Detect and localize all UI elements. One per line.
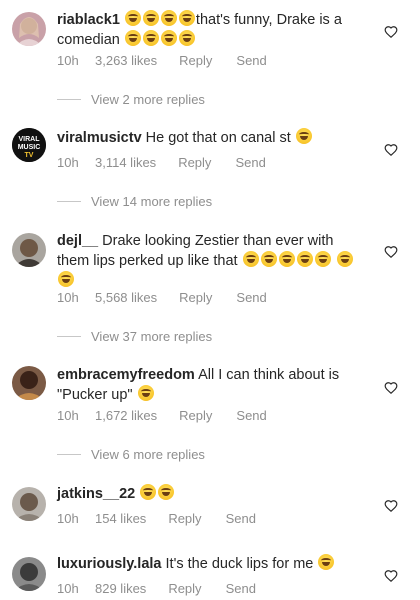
avatar-logo-text: MUSIC bbox=[18, 144, 41, 151]
likes-count[interactable]: 5,568 likes bbox=[95, 290, 157, 305]
timestamp: 10h bbox=[57, 511, 79, 526]
face-with-tears-of-joy-icon bbox=[140, 484, 157, 500]
username[interactable]: dejl__ bbox=[57, 233, 98, 249]
divider bbox=[57, 201, 81, 202]
view-more-label[interactable]: View 2 more replies bbox=[91, 92, 205, 107]
face-with-tears-of-joy-icon bbox=[124, 10, 141, 26]
view-more-replies[interactable]: View 2 more replies bbox=[57, 92, 205, 107]
avatar[interactable]: VIRAL MUSIC TV bbox=[12, 128, 46, 162]
comment-meta: 10h 829 likes Reply Send bbox=[57, 581, 256, 596]
username[interactable]: riablack1 bbox=[57, 12, 120, 28]
timestamp: 10h bbox=[57, 290, 79, 305]
view-more-replies[interactable]: View 37 more replies bbox=[57, 329, 212, 344]
divider bbox=[57, 454, 81, 455]
face-with-tears-of-joy-icon bbox=[318, 554, 335, 570]
heart-icon[interactable] bbox=[384, 245, 398, 259]
reply-button[interactable]: Reply bbox=[179, 408, 212, 423]
divider bbox=[57, 336, 81, 337]
comment-body: comedian bbox=[57, 32, 120, 48]
comment-body: that's funny, Drake is a bbox=[195, 12, 342, 28]
comment-text: dejl__ Drake looking Zestier than ever w… bbox=[57, 232, 357, 291]
face-with-tears-of-joy-icon bbox=[314, 251, 331, 267]
likes-count[interactable]: 1,672 likes bbox=[95, 408, 157, 423]
avatar-logo-text: TV bbox=[25, 152, 34, 159]
comment-meta: 10h 3,114 likes Reply Send bbox=[57, 155, 266, 170]
send-button[interactable]: Send bbox=[226, 511, 256, 526]
send-button[interactable]: Send bbox=[236, 408, 266, 423]
heart-icon[interactable] bbox=[384, 381, 398, 395]
view-more-replies[interactable]: View 6 more replies bbox=[57, 447, 205, 462]
face-with-tears-of-joy-icon bbox=[58, 271, 74, 287]
view-more-label[interactable]: View 37 more replies bbox=[91, 329, 212, 344]
face-with-tears-of-joy-icon bbox=[160, 10, 177, 26]
view-more-label[interactable]: View 14 more replies bbox=[91, 194, 212, 209]
face-with-tears-of-joy-icon bbox=[178, 10, 195, 26]
send-button[interactable]: Send bbox=[236, 53, 266, 68]
timestamp: 10h bbox=[57, 53, 79, 68]
comment-text: riablack1 that's funny, Drake is a comed… bbox=[57, 10, 357, 50]
comment-meta: 10h 3,263 likes Reply Send bbox=[57, 53, 267, 68]
timestamp: 10h bbox=[57, 581, 79, 596]
comment-text: luxuriously.lala It's the duck lips for … bbox=[57, 554, 357, 574]
heart-icon[interactable] bbox=[384, 499, 398, 513]
comment-text: viralmusictv He got that on canal st bbox=[57, 128, 357, 148]
timestamp: 10h bbox=[57, 408, 79, 423]
view-more-replies[interactable]: View 14 more replies bbox=[57, 194, 212, 209]
avatar-logo-text: VIRAL bbox=[19, 136, 41, 143]
heart-icon[interactable] bbox=[384, 569, 398, 583]
divider bbox=[57, 99, 81, 100]
face-with-tears-of-joy-icon bbox=[158, 484, 175, 500]
comment-body: It's the duck lips for me bbox=[165, 556, 314, 572]
username[interactable]: embracemyfreedom bbox=[57, 367, 195, 383]
heart-icon[interactable] bbox=[384, 25, 398, 39]
avatar[interactable] bbox=[12, 366, 46, 400]
username[interactable]: viralmusictv bbox=[57, 130, 142, 146]
likes-count[interactable]: 154 likes bbox=[95, 511, 146, 526]
comment-meta: 10h 5,568 likes Reply Send bbox=[57, 290, 267, 305]
comment-body: He got that on canal st bbox=[145, 130, 291, 146]
comment-meta: 10h 154 likes Reply Send bbox=[57, 511, 256, 526]
face-with-tears-of-joy-icon bbox=[242, 251, 259, 267]
face-with-tears-of-joy-icon bbox=[296, 251, 313, 267]
face-with-tears-of-joy-icon bbox=[142, 10, 159, 26]
comment-meta: 10h 1,672 likes Reply Send bbox=[57, 408, 267, 423]
face-with-tears-of-joy-icon bbox=[137, 385, 154, 401]
timestamp: 10h bbox=[57, 155, 79, 170]
face-with-tears-of-joy-icon bbox=[178, 30, 195, 46]
comment-text: jatkins__22 bbox=[57, 484, 357, 504]
avatar[interactable] bbox=[12, 233, 46, 267]
avatar[interactable] bbox=[12, 12, 46, 46]
reply-button[interactable]: Reply bbox=[179, 53, 212, 68]
heart-icon[interactable] bbox=[384, 143, 398, 157]
face-with-tears-of-joy-icon bbox=[124, 30, 141, 46]
send-button[interactable]: Send bbox=[236, 290, 266, 305]
username[interactable]: jatkins__22 bbox=[57, 486, 135, 502]
avatar[interactable] bbox=[12, 487, 46, 521]
face-with-tears-of-joy-icon bbox=[160, 30, 177, 46]
face-with-tears-of-joy-icon bbox=[142, 30, 159, 46]
reply-button[interactable]: Reply bbox=[178, 155, 211, 170]
reply-button[interactable]: Reply bbox=[168, 511, 201, 526]
face-with-tears-of-joy-icon bbox=[295, 128, 312, 144]
comment-text: embracemyfreedom All I can think about i… bbox=[57, 366, 357, 405]
send-button[interactable]: Send bbox=[235, 155, 265, 170]
face-with-tears-of-joy-icon bbox=[260, 251, 277, 267]
likes-count[interactable]: 3,114 likes bbox=[95, 155, 156, 170]
avatar[interactable] bbox=[12, 557, 46, 591]
send-button[interactable]: Send bbox=[226, 581, 256, 596]
view-more-label[interactable]: View 6 more replies bbox=[91, 447, 205, 462]
likes-count[interactable]: 3,263 likes bbox=[95, 53, 157, 68]
face-with-tears-of-joy-icon bbox=[336, 251, 353, 267]
likes-count[interactable]: 829 likes bbox=[95, 581, 146, 596]
reply-button[interactable]: Reply bbox=[179, 290, 212, 305]
face-with-tears-of-joy-icon bbox=[278, 251, 295, 267]
username[interactable]: luxuriously.lala bbox=[57, 556, 162, 572]
reply-button[interactable]: Reply bbox=[168, 581, 201, 596]
